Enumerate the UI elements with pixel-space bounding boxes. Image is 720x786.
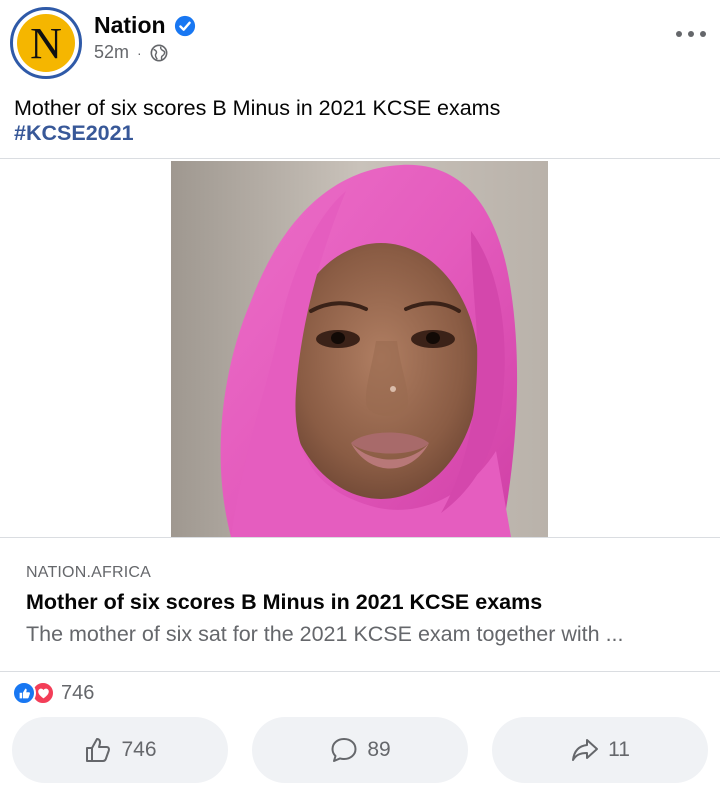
portrait-image — [171, 161, 548, 537]
post-photo[interactable] — [171, 161, 548, 537]
hashtag-link[interactable]: #KCSE2021 — [14, 121, 134, 146]
share-button[interactable]: 11 — [492, 717, 708, 783]
logo-letter: N — [30, 19, 62, 68]
link-description: The mother of six sat for the 2021 KCSE … — [26, 622, 624, 646]
share-icon — [572, 739, 599, 761]
post-time[interactable]: 52m — [94, 42, 129, 63]
link-title[interactable]: Mother of six scores B Minus in 2021 KCS… — [26, 590, 542, 615]
link-domain: NATION.AFRICA — [26, 564, 151, 581]
link-preview-card[interactable]: NATION.AFRICA Mother of six scores B Min… — [0, 538, 720, 672]
post-image-frame[interactable] — [0, 158, 720, 538]
post-text: Mother of six scores B Minus in 2021 KCS… — [14, 96, 501, 120]
nation-logo: N — [17, 14, 75, 72]
comment-button[interactable]: 89 — [252, 717, 468, 783]
more-options-icon[interactable] — [676, 24, 706, 44]
like-count: 746 — [121, 738, 157, 761]
page-avatar[interactable]: N — [10, 7, 82, 79]
comment-count: 89 — [367, 738, 391, 761]
reaction-count: 746 — [61, 681, 95, 704]
comment-icon — [331, 738, 357, 762]
page-name[interactable]: Nation — [94, 12, 166, 39]
like-button[interactable]: 746 — [12, 717, 228, 783]
post-meta: 52m · — [94, 42, 168, 63]
like-reaction-icon — [12, 681, 36, 705]
meta-separator: · — [137, 44, 142, 61]
globe-icon — [150, 44, 168, 61]
thumbs-up-icon — [86, 738, 111, 762]
action-bar: 746 89 11 — [12, 717, 708, 783]
post-header: N Nation 52m · — [0, 0, 720, 88]
share-count: 11 — [608, 738, 630, 761]
verified-badge-icon — [174, 15, 196, 37]
reactions-summary[interactable]: 746 — [12, 680, 94, 706]
